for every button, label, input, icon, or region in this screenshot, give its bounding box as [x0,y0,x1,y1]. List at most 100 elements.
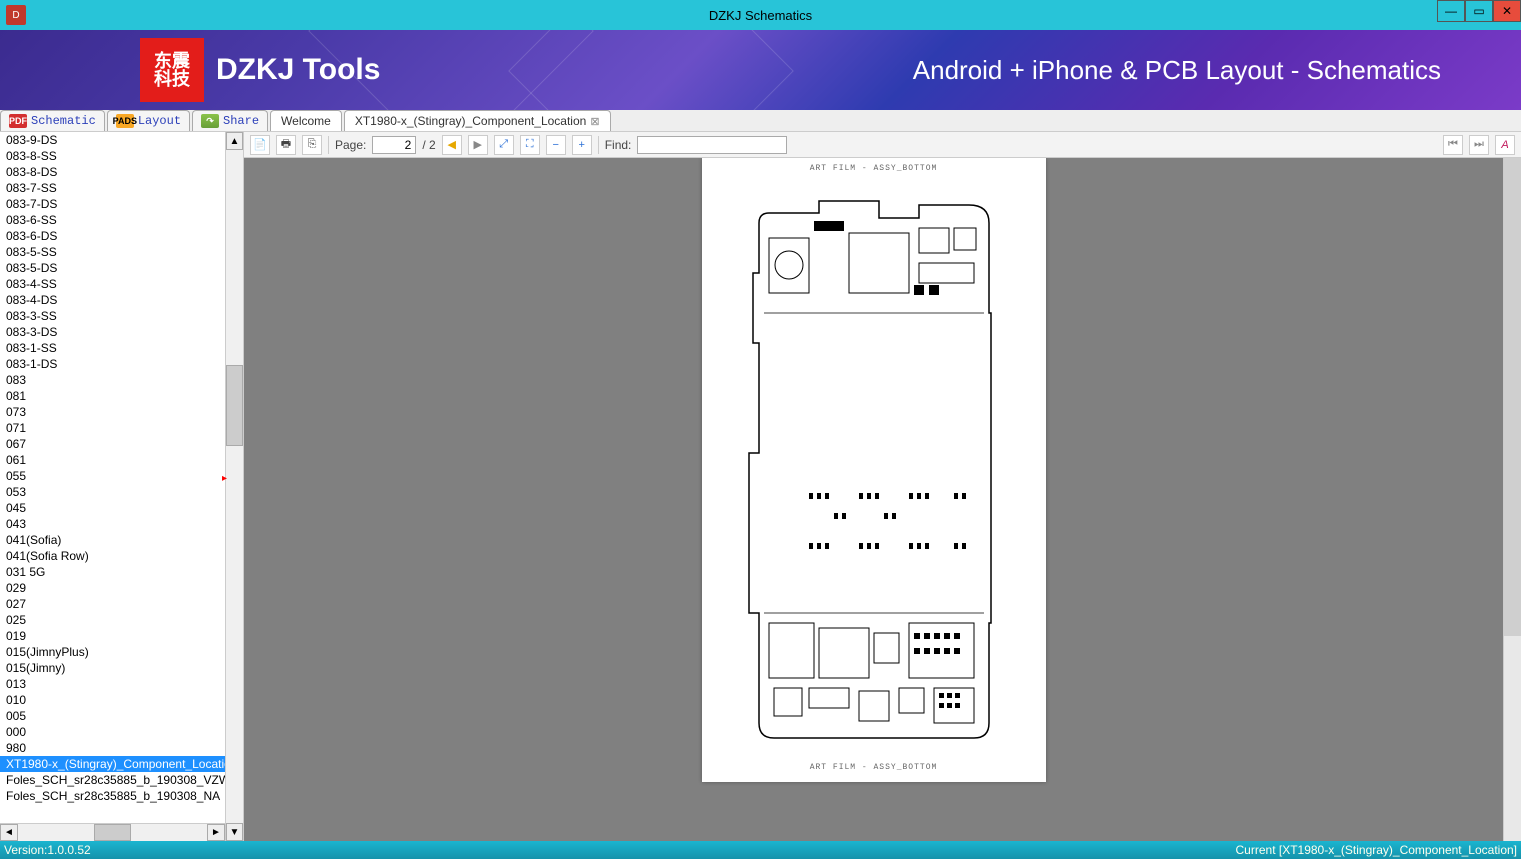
list-item[interactable]: 083-5-SS [0,244,225,260]
viewer-toolbar: 📄 🖶 ⎘ Page: / 2 ◀ ▶ ⤢ ⛶ − + Find: ⏮ ⏭ A [244,132,1521,158]
list-item[interactable]: 083-5-DS [0,260,225,276]
vscroll-down[interactable]: ▼ [226,823,243,841]
list-item[interactable]: 083 [0,372,225,388]
tab-layout-label: Layout [138,114,181,128]
minimize-button[interactable]: — [1437,0,1465,22]
sidebar-hscroll[interactable]: ◄ ► [0,823,225,841]
fit-width-button[interactable]: ⤢ [494,135,514,155]
tab-schematic-label: Schematic [31,114,96,128]
fit-page-button[interactable]: ⛶ [520,135,540,155]
list-item[interactable]: 000 [0,724,225,740]
next-page-button[interactable]: ▶ [468,135,488,155]
find-label: Find: [605,138,632,152]
list-item[interactable]: 083-3-DS [0,324,225,340]
list-item[interactable]: 055 [0,468,225,484]
prev-page-button[interactable]: ◀ [442,135,462,155]
list-item[interactable]: 083-7-DS [0,196,225,212]
banner: 东震 科技 DZKJ Tools Android + iPhone & PCB … [0,30,1521,110]
list-item[interactable]: 041(Sofia) [0,532,225,548]
page-label: Page: [335,138,366,152]
print-button[interactable]: 🖶 [276,135,296,155]
maximize-button[interactable]: ▭ [1465,0,1493,22]
list-item[interactable]: 031 5G [0,564,225,580]
list-item[interactable]: Foles_SCH_sr28c35885_b_190308_VZW [0,772,225,788]
close-button[interactable]: ✕ [1493,0,1521,22]
sheet-bottom-caption: ART FILM - ASSY_BOTTOM [710,763,1038,772]
sidebar-vscroll[interactable]: ▲ ▸ ▼ [225,132,243,841]
vscroll-up[interactable]: ▲ [226,132,243,150]
list-item[interactable]: 067 [0,436,225,452]
list-item[interactable]: 015(JimnyPlus) [0,644,225,660]
find-input[interactable] [637,136,787,154]
titlebar: D DZKJ Schematics — ▭ ✕ [0,0,1521,30]
list-item[interactable]: 029 [0,580,225,596]
list-item[interactable]: 053 [0,484,225,500]
window-controls: — ▭ ✕ [1437,0,1521,22]
page-input[interactable] [372,136,416,154]
list-item[interactable]: 015(Jimny) [0,660,225,676]
list-item[interactable]: 061 [0,452,225,468]
viewer-vscroll-thumb[interactable] [1504,158,1521,636]
list-item[interactable]: 083-8-DS [0,164,225,180]
sidebar: 083-9-DS083-8-SS083-8-DS083-7-SS083-7-DS… [0,132,244,841]
list-item[interactable]: Foles_SCH_sr28c35885_b_190308_NA [0,788,225,804]
tab-layout[interactable]: PADS Layout [107,110,190,131]
find-next-button[interactable]: ⏭ [1469,135,1489,155]
window-title: DZKJ Schematics [709,8,812,23]
list-item[interactable]: 083-3-SS [0,308,225,324]
list-item[interactable]: 083-9-DS [0,132,225,148]
list-item[interactable]: 083-4-DS [0,292,225,308]
zoom-in-button[interactable]: + [572,135,592,155]
share-icon: ↷ [201,114,219,128]
list-item[interactable]: 083-1-SS [0,340,225,356]
pads-icon: PADS [116,114,134,128]
tab-share[interactable]: ↷ Share [192,110,268,131]
statusbar: Version:1.0.0.52 Current [XT1980-x_(Stin… [0,841,1521,859]
list-item[interactable]: 025 [0,612,225,628]
list-item[interactable]: 041(Sofia Row) [0,548,225,564]
doc-tab[interactable]: Welcome [270,110,342,131]
list-item-selected[interactable]: XT1980-x_(Stingray)_Component_Location [0,756,225,772]
list-item[interactable]: 010 [0,692,225,708]
viewer: 📄 🖶 ⎘ Page: / 2 ◀ ▶ ⤢ ⛶ − + Find: ⏮ ⏭ A … [244,132,1521,841]
find-prev-button[interactable]: ⏮ [1443,135,1463,155]
list-item[interactable]: 005 [0,708,225,724]
app-icon: D [6,5,26,25]
text-style-button[interactable]: A [1495,135,1515,155]
doc-tab[interactable]: XT1980-x_(Stingray)_Component_Location⊠ [344,110,611,131]
list-item[interactable]: 083-6-SS [0,212,225,228]
vscroll-thumb[interactable] [226,365,243,446]
vscroll-marker: ▸ [222,473,227,484]
list-item[interactable]: 083-1-DS [0,356,225,372]
doc-tab-label: Welcome [281,114,331,128]
zoom-out-button[interactable]: − [546,135,566,155]
doc-tab-close-icon[interactable]: ⊠ [590,115,599,128]
list-item[interactable]: 083-4-SS [0,276,225,292]
list-item[interactable]: 083-8-SS [0,148,225,164]
brand-title: DZKJ Tools [216,53,380,87]
hscroll-left[interactable]: ◄ [0,824,18,841]
list-item[interactable]: 980 [0,740,225,756]
list-item[interactable]: 019 [0,628,225,644]
tab-schematic[interactable]: PDF Schematic [0,110,105,131]
status-current: Current [XT1980-x_(Stingray)_Component_L… [1236,843,1517,857]
export-button[interactable]: ⎘ [302,135,322,155]
list-item[interactable]: 073 [0,404,225,420]
top-tabs: PDF Schematic PADS Layout ↷ Share Welcom… [0,110,1521,132]
list-item[interactable]: 071 [0,420,225,436]
hscroll-right[interactable]: ► [207,824,225,841]
list-item[interactable]: 045 [0,500,225,516]
sidebar-list[interactable]: 083-9-DS083-8-SS083-8-DS083-7-SS083-7-DS… [0,132,225,823]
list-item[interactable]: 043 [0,516,225,532]
pdf-icon: PDF [9,114,27,128]
list-item[interactable]: 013 [0,676,225,692]
hscroll-thumb[interactable] [94,824,132,841]
copy-button[interactable]: 📄 [250,135,270,155]
canvas-area[interactable]: ART FILM - ASSY_BOTTOM [244,158,1503,841]
page-sheet: ART FILM - ASSY_BOTTOM [702,158,1046,782]
list-item[interactable]: 027 [0,596,225,612]
viewer-vscroll[interactable] [1503,158,1521,841]
list-item[interactable]: 081 [0,388,225,404]
list-item[interactable]: 083-7-SS [0,180,225,196]
list-item[interactable]: 083-6-DS [0,228,225,244]
